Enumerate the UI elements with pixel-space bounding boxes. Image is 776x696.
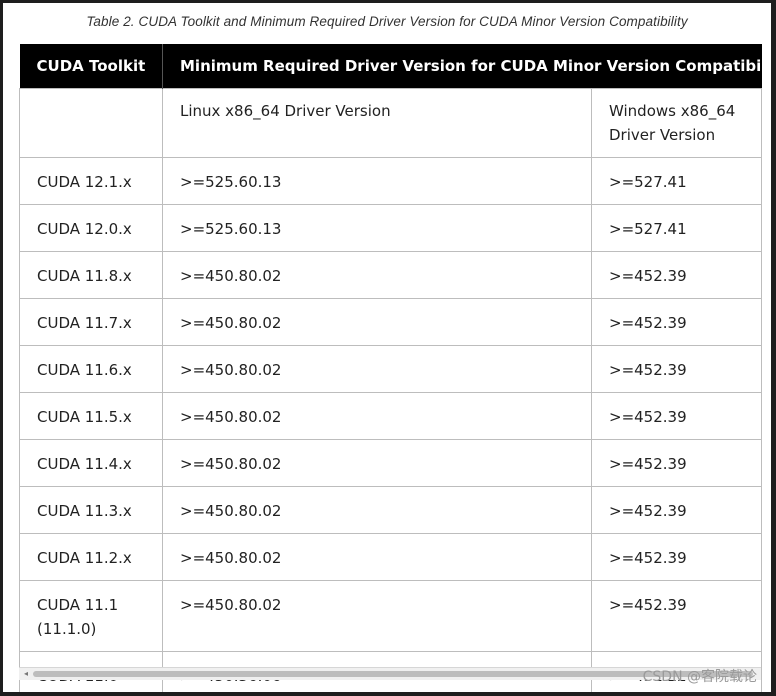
header-min-driver-version: Minimum Required Driver Version for CUDA…: [161, 44, 771, 89]
cell-windows-version: >=452.39: [590, 392, 763, 440]
cell-toolkit: CUDA 11.1 (11.1.0): [19, 580, 163, 652]
table-row: CUDA 12.0.x >=525.60.13 >=527.41: [19, 204, 763, 252]
cell-toolkit: CUDA 11.3.x: [19, 486, 163, 534]
scroll-left-arrow-icon[interactable]: ◂: [21, 668, 31, 680]
cell-linux-version: >=450.80.02: [162, 486, 592, 534]
table-row: CUDA 11.1 (11.1.0) >=450.80.02 >=452.39: [19, 580, 763, 652]
table-row: CUDA 11.3.x >=450.80.02 >=452.39: [19, 486, 763, 534]
cell-toolkit: CUDA 11.8.x: [19, 251, 163, 299]
document-frame: Table 2. CUDA Toolkit and Minimum Requir…: [3, 3, 771, 692]
cell-linux-version: >=450.80.02: [162, 345, 592, 393]
table-row: CUDA 11.8.x >=450.80.02 >=452.39: [19, 251, 763, 299]
cell-linux-version: >=450.80.02: [162, 533, 592, 581]
cell-toolkit: CUDA 12.1.x: [19, 157, 163, 205]
header-cuda-toolkit: CUDA Toolkit: [19, 44, 163, 89]
table-row: CUDA 11.6.x >=450.80.02 >=452.39: [19, 345, 763, 393]
cell-toolkit: CUDA 12.0.x: [19, 204, 163, 252]
cell-windows-version: >=452.39: [590, 439, 763, 487]
compatibility-table: CUDA Toolkit Minimum Required Driver Ver…: [19, 44, 771, 692]
cell-toolkit: CUDA 11.2.x: [19, 533, 163, 581]
watermark: CSDN @客院载论: [642, 669, 757, 685]
cell-windows-version: >=452.39: [590, 580, 763, 652]
cell-windows-version: >=452.39: [590, 533, 763, 581]
cell-windows-version: >=452.39: [590, 486, 763, 534]
table-row: CUDA 11.4.x >=450.80.02 >=452.39: [19, 439, 763, 487]
cell-toolkit: CUDA 11.4.x: [19, 439, 163, 487]
cell-linux-version: >=450.80.02: [162, 298, 592, 346]
cell-windows-version: >=527.41: [590, 157, 763, 205]
table-caption: Table 2. CUDA Toolkit and Minimum Requir…: [86, 14, 688, 29]
cell-linux-version: >=450.80.02: [162, 439, 592, 487]
table-subheader-row: Linux x86_64 Driver Version Windows x86_…: [19, 88, 763, 158]
cell-linux-version: >=450.80.02: [162, 392, 592, 440]
table-row: CUDA 11.7.x >=450.80.02 >=452.39: [19, 298, 763, 346]
table-row: CUDA 12.1.x >=525.60.13 >=527.41: [19, 157, 763, 205]
table-row: CUDA 11.5.x >=450.80.02 >=452.39: [19, 392, 763, 440]
subheader-windows: Windows x86_64 Driver Version: [590, 88, 763, 158]
table-header-row: CUDA Toolkit Minimum Required Driver Ver…: [19, 44, 771, 89]
cell-windows-version: >=452.39: [590, 345, 763, 393]
subheader-linux: Linux x86_64 Driver Version: [162, 88, 592, 158]
cell-toolkit: CUDA 11.5.x: [19, 392, 163, 440]
cell-linux-version: >=525.60.13: [162, 157, 592, 205]
cell-linux-version: >=525.60.13: [162, 204, 592, 252]
cell-linux-version: >=450.80.02: [162, 580, 592, 652]
cell-windows-version: >=527.41: [590, 204, 763, 252]
cell-linux-version: >=450.80.02: [162, 251, 592, 299]
table-row: CUDA 11.2.x >=450.80.02 >=452.39: [19, 533, 763, 581]
subheader-empty-cell: [19, 88, 163, 158]
cell-toolkit: CUDA 11.7.x: [19, 298, 163, 346]
cell-toolkit: CUDA 11.6.x: [19, 345, 163, 393]
cell-windows-version: >=452.39: [590, 251, 763, 299]
cell-windows-version: >=452.39: [590, 298, 763, 346]
